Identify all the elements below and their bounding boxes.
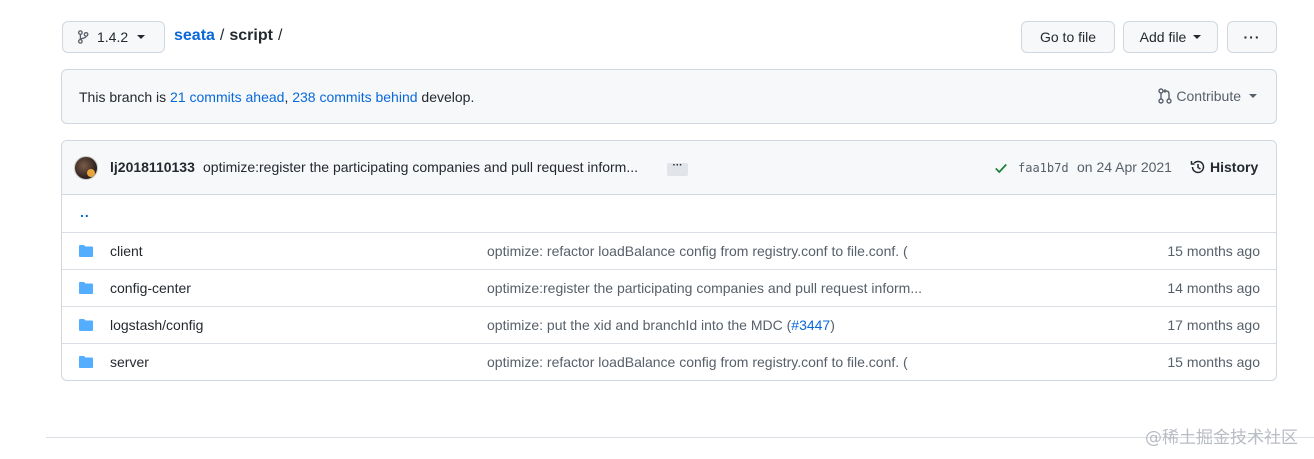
folder-icon bbox=[79, 319, 93, 331]
folder-icon bbox=[79, 282, 93, 294]
watermark: @稀土掘金技术社区 bbox=[1145, 428, 1298, 448]
breadcrumb-current-folder: script bbox=[229, 27, 273, 44]
file-row[interactable]: server optimize: refactor loadBalance co… bbox=[62, 343, 1276, 380]
avatar[interactable] bbox=[74, 156, 98, 180]
file-commit-message[interactable]: optimize:register the participating comp… bbox=[487, 280, 922, 296]
file-name-link[interactable]: logstash/config bbox=[110, 317, 203, 333]
file-list: lj2018110133 optimize:register the parti… bbox=[61, 140, 1277, 381]
branch-name: 1.4.2 bbox=[97, 29, 129, 45]
file-commit-message[interactable]: optimize: put the xid and branchId into … bbox=[487, 317, 835, 333]
file-last-modified: 15 months ago bbox=[1167, 243, 1260, 259]
chevron-down-icon bbox=[137, 35, 146, 39]
go-to-file-button[interactable]: Go to file bbox=[1021, 21, 1115, 53]
more-options-button[interactable]: ··· bbox=[1227, 21, 1277, 53]
contribute-dropdown[interactable]: Contribute bbox=[1158, 88, 1257, 104]
expand-commit-message-button[interactable]: ··· bbox=[667, 161, 688, 176]
file-last-modified: 15 months ago bbox=[1167, 354, 1260, 370]
file-row[interactable]: config-center optimize:register the part… bbox=[62, 269, 1276, 306]
parent-directory-link[interactable]: .. bbox=[80, 204, 90, 220]
latest-commit-bar: lj2018110133 optimize:register the parti… bbox=[62, 141, 1276, 195]
file-row[interactable]: logstash/config optimize: put the xid an… bbox=[62, 306, 1276, 343]
check-icon[interactable] bbox=[994, 161, 1008, 175]
contribute-label: Contribute bbox=[1176, 88, 1241, 104]
file-commit-message[interactable]: optimize: refactor loadBalance config fr… bbox=[487, 243, 908, 259]
file-commit-message[interactable]: optimize: refactor loadBalance config fr… bbox=[487, 354, 908, 370]
branch-status-prefix: This branch is bbox=[79, 88, 167, 105]
folder-icon bbox=[79, 245, 93, 257]
go-to-file-label: Go to file bbox=[1039, 29, 1097, 45]
history-link[interactable]: History bbox=[1190, 159, 1258, 175]
git-branch-icon bbox=[77, 30, 89, 44]
kebab-horizontal-icon: ··· bbox=[1243, 29, 1261, 45]
commit-author-link[interactable]: lj2018110133 bbox=[110, 159, 195, 175]
file-last-modified: 17 months ago bbox=[1167, 317, 1260, 333]
branch-selector-button[interactable]: 1.4.2 bbox=[62, 21, 165, 53]
commit-message-link[interactable]: optimize:register the participating comp… bbox=[203, 159, 638, 175]
add-file-label: Add file bbox=[1139, 29, 1187, 45]
history-label: History bbox=[1210, 159, 1259, 175]
chevron-down-icon bbox=[1249, 94, 1257, 98]
git-pull-request-icon bbox=[1158, 88, 1173, 104]
breadcrumb-repo-link[interactable]: seata bbox=[174, 27, 215, 45]
commits-behind-link[interactable]: 238 commits behind bbox=[292, 89, 417, 105]
breadcrumb-separator: / bbox=[277, 27, 283, 44]
folder-icon bbox=[79, 356, 93, 368]
file-last-modified: 14 months ago bbox=[1167, 280, 1260, 296]
branch-status-comma: , bbox=[284, 88, 289, 105]
breadcrumb: seata / script / bbox=[174, 27, 287, 45]
file-name-link[interactable]: server bbox=[110, 354, 149, 370]
issue-link[interactable]: #3447 bbox=[791, 317, 830, 333]
history-icon bbox=[1190, 160, 1205, 174]
commits-ahead-link[interactable]: 21 commits ahead bbox=[170, 89, 284, 105]
commit-date: on 24 Apr 2021 bbox=[1077, 159, 1172, 175]
footer-divider bbox=[46, 437, 1314, 438]
add-file-button[interactable]: Add file bbox=[1123, 21, 1218, 53]
breadcrumb-separator: / bbox=[219, 27, 225, 44]
branch-status-suffix: develop. bbox=[421, 88, 475, 105]
branch-comparison-bar: This branch is 21 commits ahead, 238 com… bbox=[61, 69, 1277, 124]
parent-directory-row[interactable]: .. bbox=[62, 195, 1276, 232]
file-row[interactable]: client optimize: refactor loadBalance co… bbox=[62, 232, 1276, 269]
file-name-link[interactable]: client bbox=[110, 243, 143, 259]
file-name-link[interactable]: config-center bbox=[110, 280, 191, 296]
commit-sha-link[interactable]: faa1b7d bbox=[1018, 161, 1069, 175]
chevron-down-icon bbox=[1193, 35, 1202, 39]
